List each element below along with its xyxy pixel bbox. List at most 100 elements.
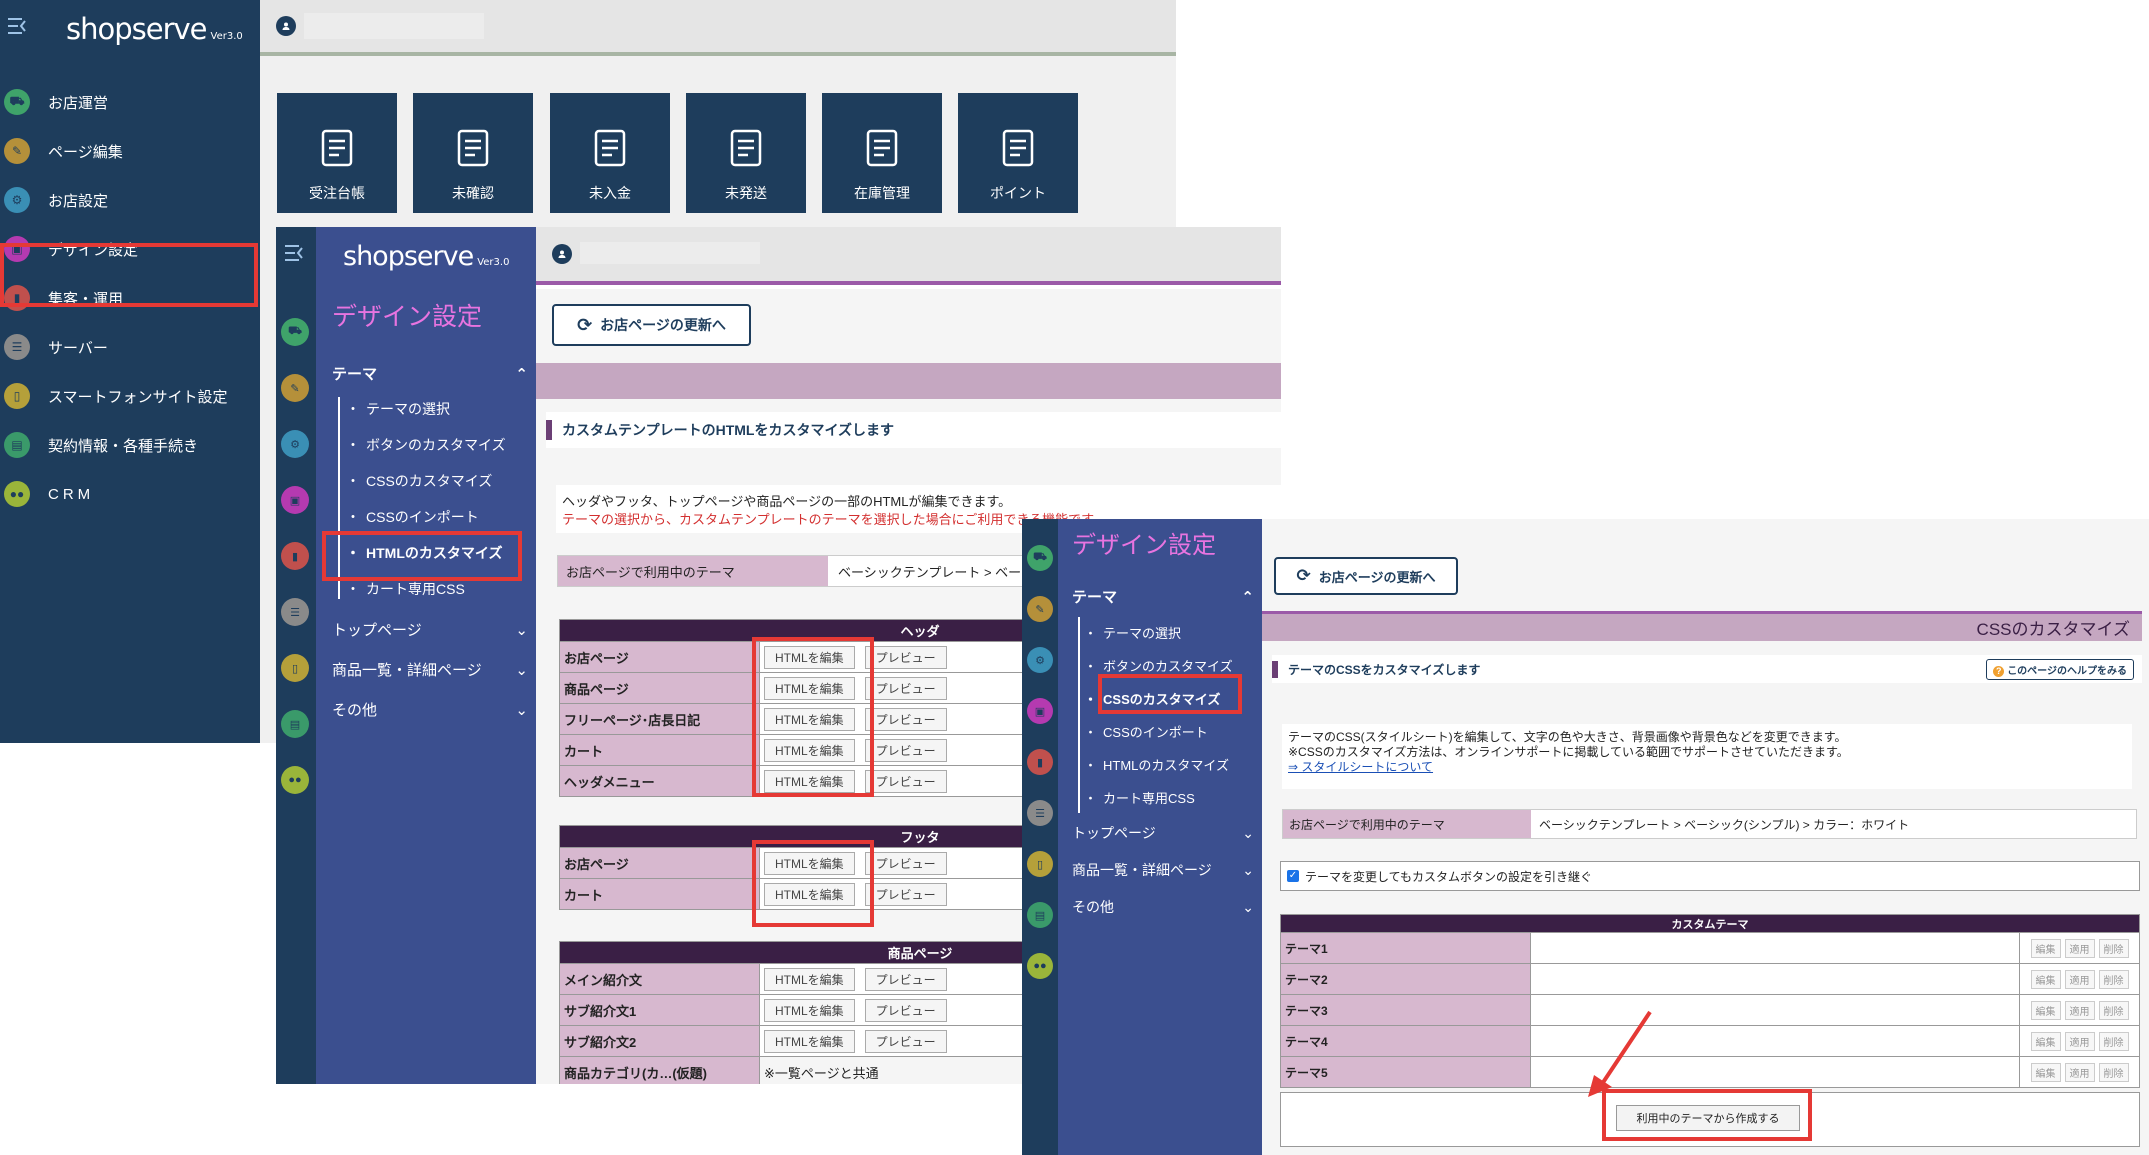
theme-row-button[interactable]: 適用 [2064,1031,2095,1051]
preview-button[interactable]: プレビュー [864,707,947,731]
theme-row-button[interactable]: 編集 [2030,1000,2061,1020]
theme-action-cell: 編集 適用 削除 [2019,1025,2140,1057]
user-avatar-icon[interactable] [552,244,572,264]
preview-button[interactable]: プレビュー [864,738,947,762]
theme-row-button[interactable]: 編集 [2030,1062,2061,1082]
theme-nav-item-3[interactable]: ・ CSSのインポート [346,507,479,527]
document-icon[interactable]: ▤ [281,710,309,738]
sidebar-item-5[interactable]: ☰ サーバー [0,325,260,369]
cart-icon[interactable]: ⛟ [281,318,309,346]
theme-nav-item-0[interactable]: ・テーマの選択 [346,399,450,419]
icon-glyph: ☰ [290,606,300,619]
icon-glyph: ▯ [13,389,21,403]
theme-row-button[interactable]: 適用 [2064,969,2095,989]
user-avatar-icon[interactable] [276,16,296,36]
chart-icon[interactable]: ▮ [281,542,309,570]
smartphone-icon[interactable]: ▯ [1027,851,1053,877]
bullet-icon: ・ [346,473,360,489]
sidebar-item-0[interactable]: ⛟ お店運営 [0,80,260,124]
theme-row-button[interactable]: 編集 [2030,1031,2061,1051]
theme-row-button[interactable]: 削除 [2098,1000,2129,1020]
nav-section-theme[interactable]: テーマ ⌃ [332,363,528,384]
users-icon[interactable]: ●● [281,766,309,794]
nav-section-top[interactable]: トップページ ⌄ [332,619,528,640]
edit-html-button[interactable]: HTMLを編集 [764,998,855,1022]
theme-row-button[interactable]: 適用 [2064,938,2095,958]
preview-button[interactable]: プレビュー [864,967,947,991]
nav-section-other[interactable]: その他 ⌄ [1072,897,1254,917]
theme-nav-item-3[interactable]: ・ CSSのインポート [1084,722,1208,741]
theme-row-button[interactable]: 削除 [2098,969,2129,989]
theme-nav-item-0[interactable]: ・テーマの選択 [1084,623,1181,642]
theme-nav-item-1[interactable]: ・ボタンのカスタマイズ [1084,656,1233,675]
icon-glyph: ▣ [289,494,301,507]
refresh-icon: ⟳ [577,314,593,335]
tile-2[interactable]: 未入金 [550,93,670,213]
edit-icon[interactable]: ✎ [1027,596,1053,622]
layout-icon[interactable]: ▣ [1027,698,1053,724]
server-icon[interactable]: ☰ [1027,800,1053,826]
theme-row-button[interactable]: 削除 [2098,1062,2129,1082]
theme-nav-item-5[interactable]: ・カート専用CSS [346,579,465,599]
theme-row-button[interactable]: 編集 [2030,969,2061,989]
help-button[interactable]: ? このページのヘルプをみる [1986,658,2134,680]
refresh-shop-button[interactable]: ⟳ お店ページの更新へ [1274,557,1458,595]
cart-icon[interactable]: ⛟ [1027,545,1053,571]
server-icon[interactable]: ☰ [281,598,309,626]
nav-section-goods[interactable]: 商品一覧・詳細ページ ⌄ [1072,860,1254,880]
preview-button[interactable]: プレビュー [864,645,947,669]
edit-html-button[interactable]: HTMLを編集 [764,967,855,991]
help-label: このページのヘルプをみる [2007,665,2127,677]
preview-button[interactable]: プレビュー [864,676,947,700]
smartphone-icon[interactable]: ▯ [281,654,309,682]
gear-icon[interactable]: ⚙ [1027,647,1053,673]
theme-row-button[interactable]: 削除 [2098,1031,2129,1051]
inherit-checkbox[interactable]: ✓ [1287,870,1299,882]
stylesheet-help-link[interactable]: ⇒ スタイルシートについて [1288,760,2126,775]
preview-button[interactable]: プレビュー [864,882,947,906]
icon-glyph: ⚙ [1035,654,1045,667]
sidebar-item-1[interactable]: ✎ ページ編集 [0,129,260,173]
document-icon[interactable]: ▤ [1027,902,1053,928]
nav-section-goods[interactable]: 商品一覧・詳細ページ ⌄ [332,659,528,680]
sidebar-item-6[interactable]: ▯ スマートフォンサイト設定 [0,374,260,418]
refresh-shop-button[interactable]: ⟳ お店ページの更新へ [552,304,751,346]
users-icon[interactable]: ●● [1027,953,1053,979]
table-row: テーマ1 編集 適用 削除 [1280,932,2140,964]
icon-glyph: ⚙ [290,438,300,451]
theme-nav-item-2[interactable]: ・ CSSのカスタマイズ [346,471,492,491]
server-icon: ☰ [4,334,30,360]
theme-nav-item-1[interactable]: ・ボタンのカスタマイズ [346,435,506,455]
nav-section-top[interactable]: トップページ ⌄ [1072,823,1254,843]
sidebar-item-label: ページ編集 [48,143,123,161]
chart-icon[interactable]: ▮ [1027,749,1053,775]
theme-row-button[interactable]: 適用 [2064,1062,2095,1082]
menu-toggle-icon[interactable] [6,15,28,37]
sidebar-item-8[interactable]: ●● CRM [0,472,260,516]
edit-html-button[interactable]: HTMLを編集 [764,1029,855,1053]
icon-glyph: ☰ [1035,807,1045,820]
icon-glyph: ▯ [291,662,299,675]
preview-button[interactable]: プレビュー [864,998,947,1022]
preview-button[interactable]: プレビュー [864,769,947,793]
tile-1[interactable]: 未確認 [413,93,533,213]
menu-toggle-icon[interactable] [283,242,305,264]
preview-button[interactable]: プレビュー [864,851,947,875]
theme-row-button[interactable]: 削除 [2098,938,2129,958]
sidebar-item-2[interactable]: ⚙ お店設定 [0,178,260,222]
theme-nav-item-4[interactable]: ・ HTMLのカスタマイズ [1084,755,1229,774]
tile-4[interactable]: 在庫管理 [822,93,942,213]
tile-3[interactable]: 未発送 [686,93,806,213]
theme-row-button[interactable]: 編集 [2030,938,2061,958]
sidebar-item-7[interactable]: ▤ 契約情報・各種手続き [0,423,260,467]
layout-icon[interactable]: ▣ [281,486,309,514]
gear-icon[interactable]: ⚙ [281,430,309,458]
preview-button[interactable]: プレビュー [864,1029,947,1053]
tile-0[interactable]: 受注台帳 [277,93,397,213]
nav-section-theme[interactable]: テーマ ⌃ [1072,586,1254,607]
tile-5[interactable]: ポイント [958,93,1078,213]
theme-nav-item-5[interactable]: ・カート専用CSS [1084,788,1195,807]
theme-row-button[interactable]: 適用 [2064,1000,2095,1020]
edit-icon[interactable]: ✎ [281,374,309,402]
nav-section-other[interactable]: その他 ⌄ [332,699,528,720]
